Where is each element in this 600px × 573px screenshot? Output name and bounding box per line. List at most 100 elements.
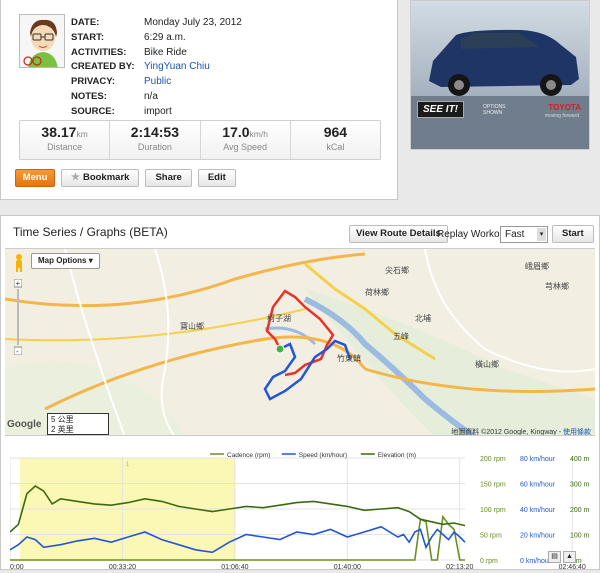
user-avatar[interactable] xyxy=(19,14,65,68)
replay-speed-value: Fast xyxy=(505,229,525,240)
time-series-chart-svg: 100:00:0000:33:2001:06:4001:40:0002:13:2… xyxy=(0,452,590,571)
map-canvas: 荷林鄉 竹東鎮 寶山鄉 峨眉鄉 橫山鄉 芎林鄉 五峰 北埔 柯子湖 尖石鄉 xyxy=(5,249,595,435)
map-options-label: Map Options xyxy=(38,256,87,265)
ad-brand-logo: TOYOTA xyxy=(548,103,581,112)
chevron-down-icon: ▾ xyxy=(537,228,546,241)
detail-value: Bike Ride xyxy=(144,46,187,58)
detail-value: import xyxy=(144,105,172,117)
advertisement[interactable]: SEE IT! OPTIONS SHOWN TOYOTA moving forw… xyxy=(410,0,590,150)
map-place-label: 寶山鄉 xyxy=(180,321,204,331)
terms-link[interactable]: 使用條款 xyxy=(563,429,591,435)
export-icon[interactable]: ▲ xyxy=(563,551,576,563)
legend-label: Cadence (rpm) xyxy=(227,452,270,459)
zoom-slider[interactable]: + - xyxy=(13,278,23,356)
map-place-label: 芎林鄉 xyxy=(545,281,569,291)
privacy-link[interactable]: Public xyxy=(144,75,171,90)
detail-key: NOTES: xyxy=(71,90,107,102)
scale-km: 5 公里 xyxy=(51,415,74,424)
ad-options-text: OPTIONS SHOWN xyxy=(483,104,506,116)
stat-label: Avg Speed xyxy=(223,142,268,152)
stat-distance: 38.17km Distance xyxy=(20,121,111,159)
chevron-down-icon: ▾ xyxy=(88,256,93,265)
detail-key: ACTIVITIES: xyxy=(71,46,127,58)
detail-value: 6:29 a.m. xyxy=(144,31,186,43)
y-tick-label: 0 rpm xyxy=(480,558,498,565)
activity-details: DATE: Monday July 23, 2012 START: 6:29 a… xyxy=(71,16,242,120)
map-copyright: 地圖資料 ©2012 Google, Kingway - 使用條款 xyxy=(451,427,591,436)
activity-actions: Menu ★ Bookmark Share Edit xyxy=(15,169,236,187)
bookmark-button[interactable]: ★ Bookmark xyxy=(61,169,140,187)
ad-tagline: moving forward xyxy=(544,113,579,119)
print-icon[interactable]: ▤ xyxy=(548,551,561,563)
x-tick-label: 02:13:20 xyxy=(446,564,473,570)
stat-label: Duration xyxy=(137,142,172,152)
x-tick-label: 00:33:20 xyxy=(109,564,136,570)
start-button[interactable]: Start xyxy=(552,225,594,243)
replay-speed-select[interactable]: Fast ▾ xyxy=(500,226,548,243)
detail-row-date: DATE: Monday July 23, 2012 xyxy=(71,16,242,31)
bookmark-label: Bookmark xyxy=(82,172,130,183)
detail-value: n/a xyxy=(144,90,158,102)
stat-value: 17.0 xyxy=(222,124,250,140)
stat-value: 38.17 xyxy=(41,124,77,140)
map-place-label: 竹東鎮 xyxy=(337,353,361,363)
share-button[interactable]: Share xyxy=(145,169,192,187)
svg-text:+: + xyxy=(16,279,21,288)
see-it-button[interactable]: SEE IT! xyxy=(417,101,465,118)
stat-unit: km xyxy=(76,129,88,139)
stat-value: 2:14:53 xyxy=(130,124,179,140)
stat-avg-speed: 17.0km/h Avg Speed xyxy=(201,121,291,159)
google-logo: Google xyxy=(7,419,42,430)
copyright-text: 地圖資料 ©2012 Google, Kingway - xyxy=(451,429,563,436)
stat-kcal: 964 kCal xyxy=(291,121,380,159)
y-tick-label: 50 rpm xyxy=(480,533,502,540)
activity-summary-panel: DATE: Monday July 23, 2012 START: 6:29 a… xyxy=(0,0,398,200)
creator-link[interactable]: YingYuan Chiu xyxy=(144,60,210,75)
y-tick-label: 150 rpm xyxy=(480,482,506,489)
y-tick-label: 20 km/hour xyxy=(520,533,556,540)
legend-label: Elevation (m) xyxy=(378,452,416,459)
view-route-details-button[interactable]: View Route Details xyxy=(349,225,448,243)
map-place-label: 橫山鄉 xyxy=(475,359,499,369)
map-place-label: 五峰 xyxy=(393,331,409,341)
stat-duration: 2:14:53 Duration xyxy=(110,121,201,159)
y-tick-label: 200 m xyxy=(570,507,590,514)
detail-row-created-by: CREATED BY: YingYuan Chiu xyxy=(71,60,242,75)
x-tick-label: 01:40:00 xyxy=(334,564,361,570)
y-tick-label: 400 m xyxy=(570,456,590,463)
detail-row-activities: ACTIVITIES: Bike Ride xyxy=(71,46,242,61)
detail-row-privacy: PRIVACY: Public xyxy=(71,75,242,90)
detail-row-source: SOURCE: import xyxy=(71,105,242,120)
x-tick-label: 01:06:40 xyxy=(221,564,248,570)
y-tick-label: 80 km/hour xyxy=(520,456,556,463)
map-place-label: 柯子湖 xyxy=(267,313,291,323)
detail-key: START: xyxy=(71,31,105,43)
map-options-button[interactable]: Map Options ▾ xyxy=(31,253,100,269)
street-view-pegman-icon[interactable] xyxy=(13,253,25,273)
stat-label: Distance xyxy=(47,142,83,152)
y-tick-label: 100 rpm xyxy=(480,507,506,514)
y-tick-label: 200 rpm xyxy=(480,456,506,463)
detail-row-start: START: 6:29 a.m. xyxy=(71,31,242,46)
map-place-label: 峨眉鄉 xyxy=(525,261,549,271)
map-place-label: 尖石鄉 xyxy=(385,265,409,275)
car-image xyxy=(411,1,589,149)
detail-key: DATE: xyxy=(71,17,100,28)
menu-button[interactable]: Menu xyxy=(15,169,55,187)
detail-row-notes: NOTES: n/a xyxy=(71,90,242,105)
detail-key: CREATED BY: xyxy=(71,61,135,73)
detail-key: PRIVACY: xyxy=(71,76,115,88)
x-tick-label: 00:00:00 xyxy=(10,564,24,570)
stat-value: 964 xyxy=(323,124,348,140)
route-map[interactable]: 荷林鄉 竹東鎮 寶山鄉 峨眉鄉 橫山鄉 芎林鄉 五峰 北埔 柯子湖 尖石鄉 + -… xyxy=(5,248,595,436)
stats-bar: 38.17km Distance 2:14:53 Duration 17.0km… xyxy=(19,120,381,160)
y-tick-label: 40 km/hour xyxy=(520,507,556,514)
map-scale: 5 公里 2 英里 xyxy=(47,413,109,435)
time-series-chart[interactable]: 100:00:0000:33:2001:06:4001:40:0002:13:2… xyxy=(0,450,595,571)
chart-tools: ▤ ▲ xyxy=(548,551,576,563)
map-place-label: 北埔 xyxy=(415,313,431,323)
detail-key: SOURCE: xyxy=(71,105,115,117)
edit-button[interactable]: Edit xyxy=(197,169,236,187)
svg-text:-: - xyxy=(16,347,19,355)
detail-value: Monday July 23, 2012 xyxy=(144,17,242,28)
